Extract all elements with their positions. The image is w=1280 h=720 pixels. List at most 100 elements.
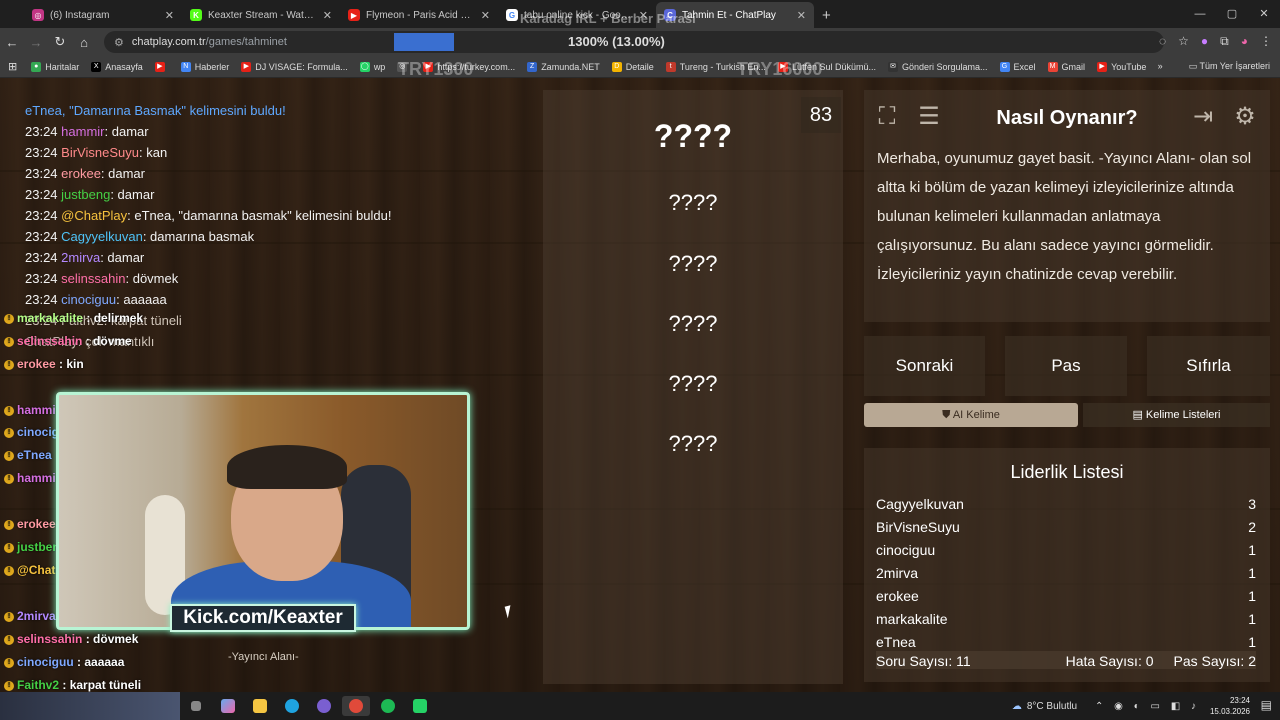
tab-close-icon[interactable]: ✕ bbox=[797, 9, 806, 22]
clock[interactable]: 23:24 15.03.2026 bbox=[1210, 695, 1250, 717]
spotify-icon[interactable] bbox=[374, 696, 402, 716]
notification-icon[interactable]: ▤ bbox=[1261, 698, 1272, 712]
player-score: 1 bbox=[1248, 542, 1256, 558]
forward-icon[interactable]: → bbox=[24, 35, 48, 50]
extension-icon[interactable]: ● bbox=[1201, 34, 1208, 49]
reload-icon[interactable]: ↻ bbox=[48, 34, 72, 50]
bookmark-label: Detaile bbox=[625, 61, 654, 72]
player-score: 1 bbox=[1248, 565, 1256, 581]
badge-icon: ! bbox=[4, 313, 14, 324]
toolbar-right-icons: ◌ ☆ ● ⧉ ◕ ⋮ bbox=[1159, 34, 1272, 49]
clock-time: 23:24 bbox=[1229, 696, 1250, 705]
star-icon[interactable]: ☆ bbox=[1178, 34, 1189, 49]
profile-icon[interactable]: ◕ bbox=[1241, 34, 1248, 49]
menu-icon[interactable]: ⋮ bbox=[1260, 34, 1272, 49]
close-window-button[interactable]: ✕ bbox=[1248, 0, 1280, 28]
overlay-text: : aaaaaa bbox=[77, 655, 125, 669]
bookmark-icon: ▶ bbox=[154, 61, 165, 72]
maximize-button[interactable]: ▢ bbox=[1216, 0, 1248, 28]
chat-user: erokee bbox=[61, 166, 101, 181]
tab-title: (6) Instagram bbox=[50, 9, 110, 21]
tab-close-icon[interactable]: ✕ bbox=[481, 9, 490, 22]
task-view-icon[interactable] bbox=[182, 696, 210, 716]
forbidden-word: ???? bbox=[668, 431, 718, 456]
badge-icon: ! bbox=[4, 565, 14, 576]
explorer-icon[interactable] bbox=[246, 696, 274, 716]
overlay-chat-message: ! 2mirva bbox=[4, 609, 56, 623]
overlay-user: eTnea bbox=[17, 448, 52, 462]
forbidden-word: ???? bbox=[668, 311, 718, 336]
tab-favicon-icon: K bbox=[190, 9, 202, 21]
more-bookmarks-icon[interactable]: » bbox=[1158, 61, 1163, 71]
badge-icon: ! bbox=[4, 680, 14, 691]
bookmark-item[interactable]: ▶ DJ VISAGE: Formula... bbox=[241, 61, 348, 72]
overlay-user: hammir bbox=[17, 403, 61, 417]
overlay-chat-message: ! Faithv2 : karpat tüneli bbox=[4, 678, 141, 692]
bookmark-item[interactable]: G Excel bbox=[999, 61, 1036, 72]
bookmark-item[interactable]: N Haberler bbox=[180, 61, 229, 72]
overlay-user: markakalite bbox=[17, 311, 84, 325]
chat-text: : dövmek bbox=[125, 271, 179, 286]
eye-off-icon[interactable]: ◌ bbox=[1159, 34, 1166, 49]
chat-user: justbeng bbox=[61, 187, 111, 202]
new-tab-button[interactable]: + bbox=[822, 2, 831, 28]
chrome-icon[interactable] bbox=[342, 696, 370, 716]
site-info-icon[interactable]: ⚙ bbox=[114, 36, 124, 49]
bookmark-item[interactable]: X Anasayfa bbox=[91, 61, 143, 72]
tab-2[interactable]: ▶ Flymeon - Paris Acid City (Offic ✕ bbox=[340, 2, 498, 28]
pass-button[interactable]: Pas bbox=[1005, 336, 1127, 396]
whatsapp-icon[interactable] bbox=[406, 696, 434, 716]
copilot-icon[interactable] bbox=[214, 696, 242, 716]
overlay-text: : delirmek bbox=[86, 311, 144, 325]
chat-time: 23:24 bbox=[25, 145, 58, 160]
leaderboard-row: cinociguu 1 bbox=[876, 542, 1256, 558]
bookmark-icon: X bbox=[91, 61, 102, 72]
bookmark-icon: t bbox=[665, 61, 676, 72]
overlay-text: : karpat tüneli bbox=[62, 678, 142, 692]
chat-text: : damar bbox=[100, 166, 145, 181]
home-icon[interactable]: ⌂ bbox=[72, 35, 96, 50]
word-lists-button[interactable]: ▤ Kelime Listeleri bbox=[1083, 403, 1270, 427]
bookmark-item[interactable]: ▶ bbox=[154, 61, 169, 72]
bookmark-item[interactable]: Z Zamunda.NET bbox=[527, 61, 600, 72]
player-name: Cagyyelkuvan bbox=[876, 496, 964, 512]
apps-icon[interactable]: ⊞ bbox=[8, 60, 17, 73]
edge-icon[interactable] bbox=[278, 696, 306, 716]
reset-button[interactable]: Sıfırla bbox=[1147, 336, 1270, 396]
tray-icons[interactable]: ⌃ ◉ ◐ ▭ ◧ ♪ bbox=[1095, 701, 1200, 712]
tab-close-icon[interactable]: ✕ bbox=[323, 9, 332, 22]
chat-text: : aaaaaa bbox=[116, 292, 167, 307]
toolbar: ← → ↻ ⌂ ⚙ chatplay.com.tr/games/tahminet… bbox=[0, 28, 1280, 56]
tab-close-icon[interactable]: ✕ bbox=[165, 9, 174, 22]
bookmark-item[interactable]: ▶ YouTube bbox=[1097, 61, 1146, 72]
weather-text: 8°C Bulutlu bbox=[1026, 700, 1078, 712]
minimize-button[interactable]: — bbox=[1184, 0, 1216, 28]
tab-0[interactable]: ◎ (6) Instagram ✕ bbox=[24, 2, 182, 28]
player-score: 1 bbox=[1248, 588, 1256, 604]
overlay-goal-right: TRY16000 bbox=[737, 59, 823, 79]
puzzle-icon[interactable]: ⧉ bbox=[1220, 34, 1229, 49]
clock-date: 15.03.2026 bbox=[1209, 707, 1250, 716]
next-button[interactable]: Sonraki bbox=[864, 336, 985, 396]
bookmark-label: Gönderi Sorgulama... bbox=[901, 61, 988, 72]
bookmark-item[interactable]: D Detaile bbox=[611, 61, 654, 72]
chat-time: 23:24 bbox=[25, 187, 58, 202]
bookmark-item[interactable]: ✉ Gönderi Sorgulama... bbox=[887, 61, 988, 72]
chat-text: : damar bbox=[104, 124, 149, 139]
badge-icon: ! bbox=[4, 634, 14, 645]
bookmark-item[interactable]: M Gmail bbox=[1047, 61, 1085, 72]
tab-1[interactable]: K Keaxter Stream - Watch Live on ✕ bbox=[182, 2, 340, 28]
stats-row: Soru Sayısı: 11 Hata Sayısı: 0 Pas Sayıs… bbox=[876, 651, 1256, 669]
chat-message: 23:24 Cagyyelkuvan: damarına basmak bbox=[25, 226, 391, 247]
back-icon[interactable]: ← bbox=[0, 35, 24, 50]
ai-word-button[interactable]: ⛊ AI Kelime bbox=[864, 403, 1078, 427]
chat-message: 23:24 2mirva: damar bbox=[25, 247, 391, 268]
all-bookmarks[interactable]: » ▭ Tüm Yer İşaretleri bbox=[1158, 61, 1270, 72]
bookmark-item[interactable]: ◯ wp bbox=[359, 61, 385, 72]
chat-user: cinociguu bbox=[61, 292, 117, 307]
taskbar-widget[interactable] bbox=[0, 692, 180, 720]
bookmark-item[interactable]: ● Haritalar bbox=[31, 61, 79, 72]
leaderboard-row: erokee 1 bbox=[876, 588, 1256, 604]
app-icon[interactable] bbox=[310, 696, 338, 716]
leaderboard-row: Cagyyelkuvan 3 bbox=[876, 496, 1256, 512]
